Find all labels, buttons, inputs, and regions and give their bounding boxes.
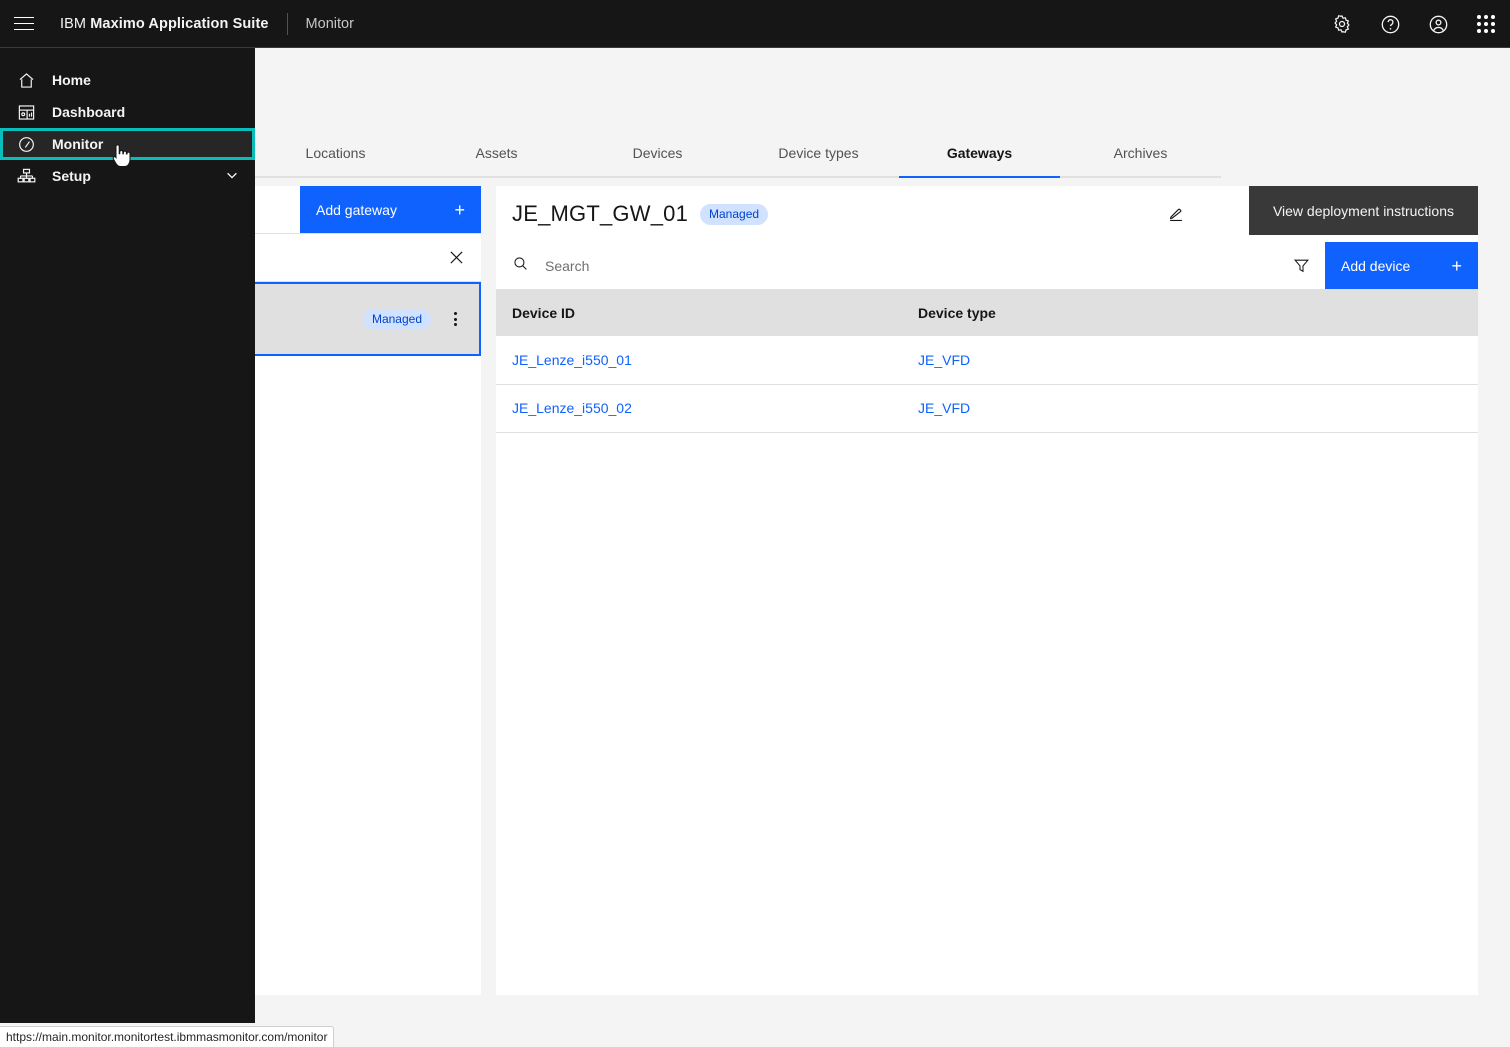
setup-hierarchy-icon [16,166,36,186]
add-device-button[interactable]: Add device + [1325,242,1478,289]
app-root: IBM Maximo Application Suite Monitor Loc… [0,0,1510,1047]
sidebar-item-label: Dashboard [52,104,126,120]
chevron-down-icon[interactable] [225,168,239,185]
tab-devices[interactable]: Devices [577,130,738,178]
status-badge: Managed [700,203,769,225]
tab-locations[interactable]: Locations [255,130,416,178]
header-divider [286,12,288,35]
sidebar-item-dashboard[interactable]: Dashboard [0,96,255,128]
tab-label: Archives [1113,145,1168,161]
tab-label: Locations [305,145,366,161]
tab-bar: Locations Assets Devices Device types Ga… [255,130,1510,178]
table-row[interactable]: JE_Lenze_i550_01 JE_VFD [496,336,1478,385]
side-navigation: Home Dashboard Monitor Setup [0,48,255,1023]
tab-label: Device types [778,145,859,161]
plus-icon: + [1451,255,1462,276]
column-header-device-type[interactable]: Device type [902,290,1478,336]
add-device-label: Add device [1341,257,1411,274]
search-input[interactable] [545,257,1277,274]
cell-device-type: JE_VFD [902,336,1478,385]
gateway-detail-panel: JE_MGT_GW_01 Managed View deployment ins… [496,186,1478,995]
table-header-row: Device ID Device type [496,290,1478,336]
gateway-detail-header: JE_MGT_GW_01 Managed View deployment ins… [496,186,1478,242]
filter-icon[interactable] [1277,242,1325,289]
tab-gateways[interactable]: Gateways [899,130,1060,178]
tab-assets[interactable]: Assets [416,130,577,178]
tooltip-label: View deployment instructions [1272,202,1454,219]
dashboard-icon [16,102,36,122]
close-x-icon[interactable] [443,245,469,271]
edit-pencil-icon[interactable] [1160,198,1192,230]
header-app-name[interactable]: Monitor [306,16,354,32]
brand-prefix: IBM [60,15,87,32]
devices-table-head: Device ID Device type [496,290,1478,336]
column-header-device-id[interactable]: Device ID [496,290,902,336]
sidebar-item-monitor[interactable]: Monitor [0,128,255,160]
device-type-link[interactable]: JE_VFD [918,352,970,368]
status-badge: Managed [362,308,431,330]
devices-table-body: JE_Lenze_i550_01 JE_VFD JE_Lenze_i550_02… [496,336,1478,433]
page-title: JE_MGT_GW_01 [512,201,689,226]
tab-device-types[interactable]: Device types [738,130,899,178]
app-switcher-dots [1477,15,1495,33]
search-box [496,242,1277,289]
global-header: IBM Maximo Application Suite Monitor [0,0,1510,48]
help-icon[interactable] [1366,0,1414,48]
devices-table: Device ID Device type JE_Lenze_i550_01 J… [496,290,1478,433]
tab-label: Devices [632,145,683,161]
brand-name: Maximo Application Suite [90,15,269,32]
cell-device-id: JE_Lenze_i550_01 [496,336,902,385]
sidebar-item-setup[interactable]: Setup [0,160,255,192]
sidebar-item-label: Setup [52,168,91,184]
sidebar-item-label: Monitor [52,136,104,152]
monitor-gauge-icon [16,134,36,154]
add-gateway-label: Add gateway [316,201,397,218]
side-nav-list: Home Dashboard Monitor Setup [0,48,255,192]
tab-label: Gateways [946,145,1013,161]
user-avatar-icon[interactable] [1414,0,1462,48]
brand-title[interactable]: IBM Maximo Application Suite [60,16,269,32]
add-gateway-button[interactable]: Add gateway + [300,186,481,233]
cell-device-type: JE_VFD [902,384,1478,433]
app-switcher-icon[interactable] [1462,0,1510,48]
device-id-link[interactable]: JE_Lenze_i550_02 [512,400,632,416]
page-bottom-strip [255,995,1510,1047]
device-id-link[interactable]: JE_Lenze_i550_01 [512,352,632,368]
status-bar-url: https://main.monitor.monitortest.ibmmasm… [0,1026,335,1047]
sidebar-item-label: Home [52,72,91,88]
device-table-toolbar: Add device + [496,242,1478,290]
settings-icon[interactable] [1318,0,1366,48]
view-deployment-instructions-tooltip[interactable]: View deployment instructions [1248,186,1478,235]
search-icon [512,255,529,277]
overflow-menu-icon[interactable] [439,303,471,335]
cell-device-id: JE_Lenze_i550_02 [496,384,902,433]
header-actions [1318,0,1510,48]
status-bar-url-text: https://main.monitor.monitortest.ibmmasm… [6,1030,328,1044]
device-type-link[interactable]: JE_VFD [918,400,970,416]
hamburger-bars [14,16,34,31]
hamburger-menu-icon[interactable] [0,0,48,48]
sidebar-item-home[interactable]: Home [0,64,255,96]
plus-icon: + [454,199,465,220]
table-row[interactable]: JE_Lenze_i550_02 JE_VFD [496,384,1478,433]
home-icon [16,70,36,90]
tab-label: Assets [475,145,518,161]
tab-archives[interactable]: Archives [1060,130,1221,178]
tab-list: Locations Assets Devices Device types Ga… [255,130,1510,178]
